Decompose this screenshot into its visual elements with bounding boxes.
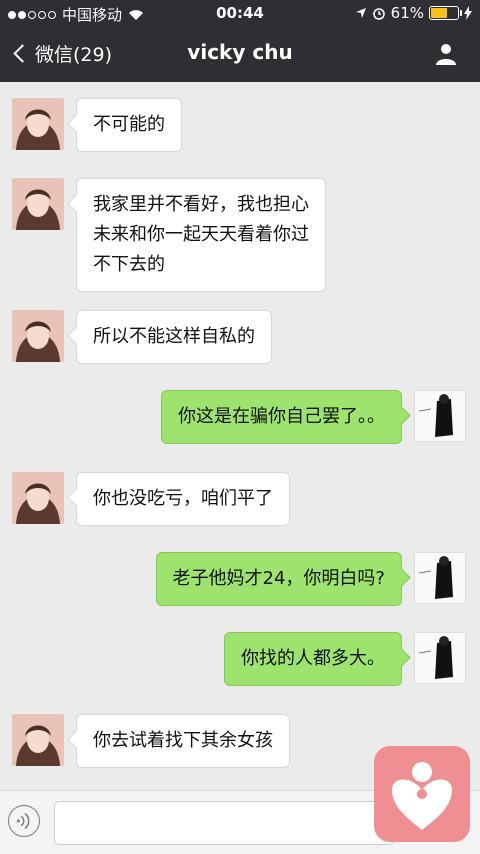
message-input[interactable]	[54, 801, 394, 845]
message-bubble-incoming[interactable]: 我家里并不看好，我也担心 未来和你一起天天看着你过 不下去的	[76, 178, 326, 292]
contact-avatar[interactable]	[12, 178, 64, 230]
message-bubble-incoming[interactable]: 你去试着找下其余女孩	[76, 714, 290, 768]
top-bar: 中国移动 00:44 61% 微信(29) vicky chu	[0, 0, 480, 82]
nav-bar: 微信(29) vicky chu	[0, 28, 480, 82]
status-bar: 中国移动 00:44 61%	[0, 0, 480, 28]
message-bubble-outgoing[interactable]: 老子他妈才24，你明白吗?	[155, 552, 402, 606]
heart-logo-icon	[374, 746, 470, 842]
battery-percent: 61%	[390, 4, 424, 22]
my-avatar[interactable]	[414, 552, 466, 604]
contact-avatar[interactable]	[12, 714, 64, 766]
voice-icon[interactable]	[8, 805, 40, 837]
chat-title: vicky chu	[187, 40, 293, 64]
charging-icon	[464, 6, 472, 20]
contact-avatar[interactable]	[12, 310, 64, 362]
alarm-icon	[372, 8, 385, 20]
location-icon	[355, 8, 366, 18]
contact-avatar[interactable]	[12, 98, 64, 150]
battery-icon	[429, 6, 462, 20]
message-bubble-outgoing[interactable]: 你找的人都多大。	[224, 632, 402, 686]
chat-area[interactable]: 不可能的 我家里并不看好，我也担心 未来和你一起天天看着你过 不下去的 所以不能…	[0, 82, 480, 790]
message-bubble-outgoing[interactable]: 你这是在骗你自己罢了。。	[161, 390, 402, 444]
message-bubble-incoming[interactable]: 你也没吃亏，咱们平了	[76, 472, 290, 526]
contact-avatar[interactable]	[12, 472, 64, 524]
my-avatar[interactable]	[414, 632, 466, 684]
person-icon[interactable]	[434, 42, 458, 66]
message-bubble-incoming[interactable]: 不可能的	[76, 98, 182, 152]
my-avatar[interactable]	[414, 390, 466, 442]
message-bubble-incoming[interactable]: 所以不能这样自私的	[76, 310, 272, 364]
